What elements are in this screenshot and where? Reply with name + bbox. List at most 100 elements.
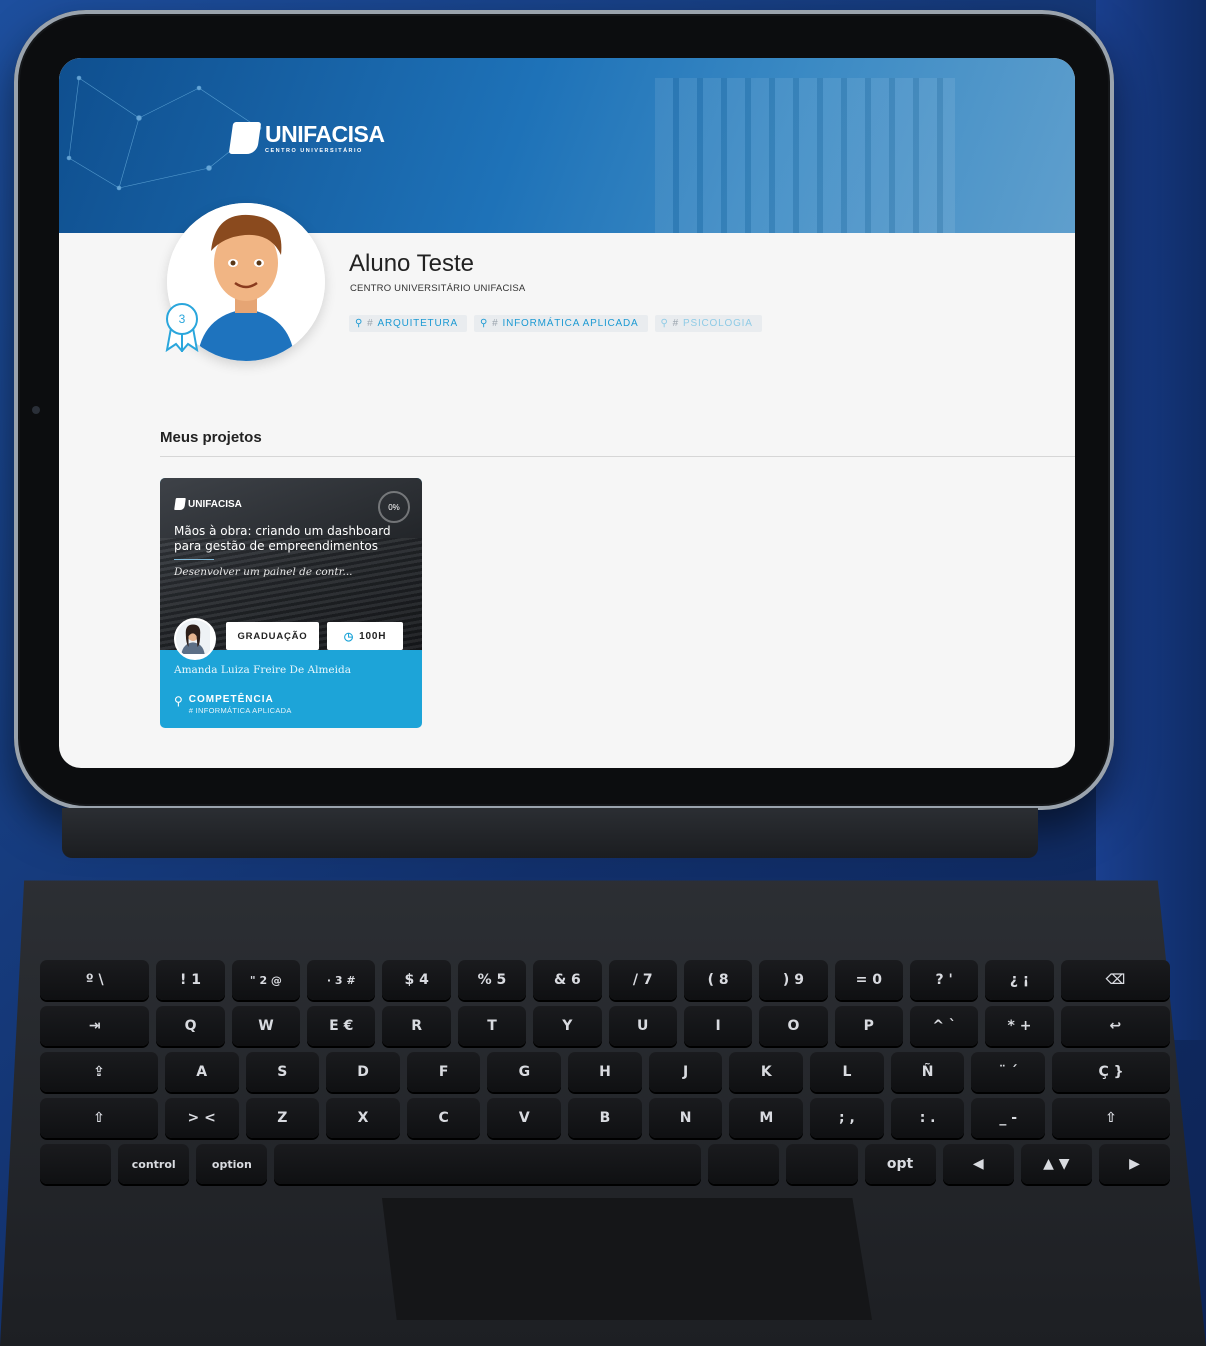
competence-value: # INFORMÁTICA APLICADA bbox=[188, 706, 292, 715]
tag-label: ARQUITETURA bbox=[377, 318, 458, 329]
keyboard-key[interactable]: B bbox=[568, 1098, 642, 1138]
keyboard-key[interactable]: J bbox=[648, 1052, 723, 1092]
award-icon: ⚲ bbox=[174, 694, 183, 708]
keyboard-key[interactable]: Z bbox=[245, 1098, 320, 1138]
keyboard-key[interactable]: Ç } bbox=[1052, 1052, 1170, 1092]
keyboard-key[interactable]: * + bbox=[985, 1006, 1054, 1046]
trackpad[interactable] bbox=[382, 1198, 872, 1320]
project-card[interactable]: UNIFACISA 0% Mãos à obra: criando um das… bbox=[160, 478, 422, 728]
badge-count: 3 bbox=[179, 312, 186, 326]
tag-hash: # bbox=[672, 318, 680, 329]
keyboard-key[interactable]: X bbox=[326, 1098, 400, 1138]
keyboard-key[interactable] bbox=[40, 1144, 112, 1184]
keyboard-key[interactable]: · 3 # bbox=[307, 960, 376, 1000]
keyboard-key[interactable]: ⇥ bbox=[40, 1006, 150, 1046]
card-competence: ⚲ COMPETÊNCIA # INFORMÁTICA APLICADA bbox=[174, 694, 292, 715]
clock-icon: ◷ bbox=[343, 630, 355, 643]
keyboard-key[interactable] bbox=[274, 1144, 702, 1184]
keyboard-key[interactable]: ▲ ▼ bbox=[1020, 1144, 1092, 1184]
keyboard-key[interactable]: G bbox=[487, 1052, 562, 1092]
keyboard-key[interactable]: ⇧ bbox=[40, 1098, 158, 1138]
keyboard-key[interactable]: Q bbox=[156, 1006, 225, 1046]
tag-informatica-aplicada[interactable]: ⚲ # INFORMÁTICA APLICADA bbox=[473, 315, 648, 332]
keyboard-key[interactable]: K bbox=[729, 1052, 804, 1092]
tag-label: PSICOLOGIA bbox=[683, 318, 753, 329]
keyboard-key[interactable]: V bbox=[487, 1098, 562, 1138]
keyboard-key[interactable]: Ñ bbox=[890, 1052, 965, 1092]
award-icon: ⚲ bbox=[479, 318, 489, 329]
keyboard-key[interactable]: control bbox=[118, 1144, 190, 1184]
project-description: Desenvolver um painel de contr... bbox=[174, 566, 353, 578]
keyboard-key[interactable]: = 0 bbox=[834, 960, 903, 1000]
keyboard-key[interactable]: M bbox=[729, 1098, 804, 1138]
keyboard-key[interactable]: F bbox=[406, 1052, 481, 1092]
keyboard-key[interactable]: ¿ ¡ bbox=[985, 960, 1054, 1000]
project-title[interactable]: Mãos à obra: criando um dashboard para g… bbox=[174, 524, 404, 554]
keyboard-key[interactable]: / 7 bbox=[608, 960, 677, 1000]
keyboard-key[interactable]: A bbox=[164, 1052, 239, 1092]
keyboard-key[interactable]: D bbox=[326, 1052, 400, 1092]
keyboard-key[interactable]: ; , bbox=[810, 1098, 884, 1138]
keyboard-key[interactable]: ▶ bbox=[1098, 1144, 1171, 1184]
projects-section-title: Meus projetos bbox=[160, 429, 262, 446]
title-underline bbox=[174, 559, 214, 560]
keyboard-key[interactable]: W bbox=[231, 1006, 301, 1046]
keyboard-key[interactable]: " 2 @ bbox=[231, 960, 301, 1000]
keyboard-key[interactable]: L bbox=[810, 1052, 884, 1092]
progress-indicator: 0% bbox=[378, 491, 410, 523]
keyboard-key[interactable]: ! 1 bbox=[156, 960, 225, 1000]
achievement-badge[interactable]: 3 bbox=[165, 302, 199, 354]
keyboard-key[interactable]: P bbox=[834, 1006, 903, 1046]
tutor-avatar[interactable] bbox=[174, 618, 216, 660]
keyboard-key[interactable]: : . bbox=[890, 1098, 965, 1138]
keyboard-key[interactable]: ( 8 bbox=[683, 960, 753, 1000]
tag-psicologia[interactable]: ⚲ # PSICOLOGIA bbox=[654, 315, 762, 332]
keyboard-key[interactable]: O bbox=[759, 1006, 828, 1046]
unifacisa-logo[interactable]: UNIFACISA CENTRO UNIVERSITÁRIO bbox=[228, 120, 385, 154]
tutor-avatar-icon bbox=[176, 620, 210, 654]
keyboard-key[interactable]: _ - bbox=[971, 1098, 1046, 1138]
level-badge: GRADUAÇÃO bbox=[226, 622, 319, 650]
keyboard-key[interactable]: H bbox=[568, 1052, 642, 1092]
competence-label: COMPETÊNCIA bbox=[188, 694, 274, 705]
award-icon: ⚲ bbox=[660, 318, 669, 329]
key-row-1: º \! 1 " 2 @ · 3 # $ 4% 5 & 6/ 7( 8) 9 = 0? '… bbox=[40, 960, 1171, 1000]
keyboard-key[interactable]: U bbox=[608, 1006, 677, 1046]
key-row-3: ⇪ A S D F G H J K L Ñ ¨ ´ Ç } bbox=[40, 1052, 1170, 1092]
logo-text: UNIFACISA bbox=[265, 120, 385, 147]
keyboard-key[interactable]: ◀ bbox=[942, 1144, 1014, 1184]
keyboard-key[interactable]: ⇪ bbox=[40, 1052, 158, 1092]
keyboard-key[interactable]: ¨ ´ bbox=[971, 1052, 1046, 1092]
keyboard-key[interactable]: ) 9 bbox=[759, 960, 828, 1000]
keyboard-key[interactable] bbox=[786, 1144, 858, 1184]
logo-mark-icon bbox=[228, 122, 262, 154]
keyboard-key[interactable]: % 5 bbox=[457, 960, 527, 1000]
keyboard-key[interactable] bbox=[708, 1144, 780, 1184]
keyboard-key[interactable]: C bbox=[406, 1098, 481, 1138]
keyboard-key[interactable]: S bbox=[245, 1052, 320, 1092]
hours-value: 100H bbox=[359, 630, 387, 642]
keyboard-key[interactable]: R bbox=[382, 1006, 451, 1046]
keyboard-key[interactable]: I bbox=[683, 1006, 753, 1046]
keyboard-key[interactable]: E € bbox=[307, 1006, 376, 1046]
keyboard-key[interactable]: ⌫ bbox=[1060, 960, 1171, 1000]
logo-mark-icon bbox=[174, 498, 186, 510]
keyboard-key[interactable]: & 6 bbox=[533, 960, 602, 1000]
keyboard-key[interactable]: ⇧ bbox=[1052, 1098, 1170, 1138]
keyboard-key[interactable]: N bbox=[648, 1098, 723, 1138]
card-logo-text: UNIFACISA bbox=[188, 498, 242, 510]
keyboard-key[interactable]: ↩ bbox=[1060, 1006, 1171, 1046]
keyboard-key[interactable]: $ 4 bbox=[382, 960, 451, 1000]
keyboard-key[interactable]: º \ bbox=[40, 960, 150, 1000]
keyboard-key[interactable]: ^ ` bbox=[909, 1006, 979, 1046]
keyboard-key[interactable]: > < bbox=[164, 1098, 239, 1138]
keyboard-key[interactable]: T bbox=[457, 1006, 527, 1046]
tag-label: INFORMÁTICA APLICADA bbox=[502, 318, 639, 329]
tag-arquitetura[interactable]: ⚲ # ARQUITETURA bbox=[349, 315, 467, 332]
keyboard-key[interactable]: Y bbox=[533, 1006, 602, 1046]
profile-banner: UNIFACISA CENTRO UNIVERSITÁRIO bbox=[59, 58, 1075, 233]
keyboard-key[interactable]: opt bbox=[864, 1144, 936, 1184]
building-photo bbox=[655, 78, 955, 233]
keyboard-key[interactable]: option bbox=[196, 1144, 268, 1184]
keyboard-key[interactable]: ? ' bbox=[909, 960, 979, 1000]
